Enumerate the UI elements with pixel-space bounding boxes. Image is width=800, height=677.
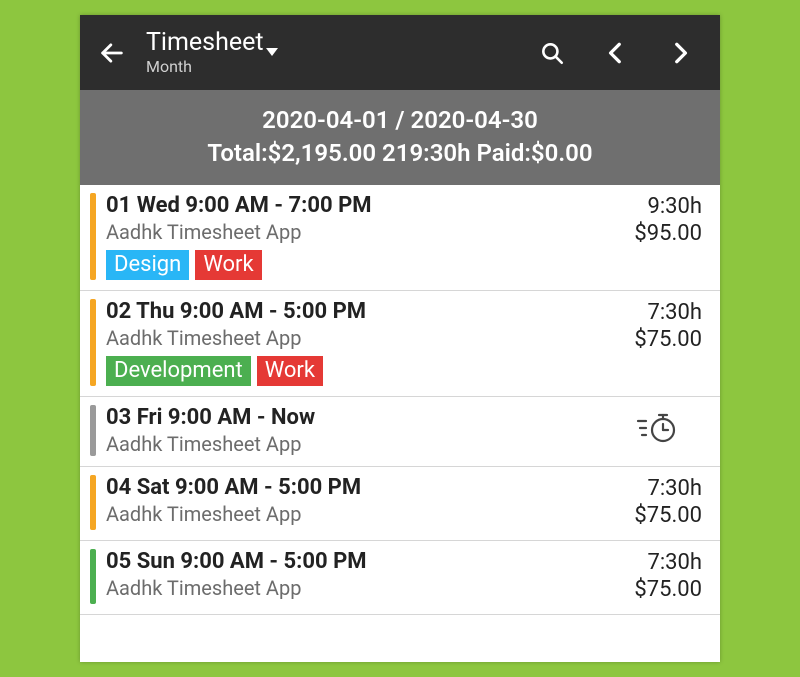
entry-right: 9:30h $95.00: [612, 193, 702, 280]
entry-main: 05 Sun 9:00 AM - 5:00 PM Aadhk Timesheet…: [106, 549, 612, 604]
arrow-left-icon: [98, 39, 126, 67]
entry-tags: Development Work: [106, 356, 612, 386]
next-period-button[interactable]: [658, 31, 702, 75]
running-timer-icon: [636, 411, 678, 445]
prev-period-button[interactable]: [594, 31, 638, 75]
entry-tags: Design Work: [106, 250, 612, 280]
search-icon: [539, 40, 565, 66]
entry-row[interactable]: 05 Sun 9:00 AM - 5:00 PM Aadhk Timesheet…: [80, 541, 720, 615]
entry-subline: Aadhk Timesheet App: [106, 220, 612, 244]
entry-row[interactable]: 02 Thu 9:00 AM - 5:00 PM Aadhk Timesheet…: [80, 291, 720, 397]
entry-headline: 02 Thu 9:00 AM - 5:00 PM: [106, 299, 612, 324]
entry-headline: 05 Sun 9:00 AM - 5:00 PM: [106, 549, 612, 574]
entry-amount: $75.00: [612, 502, 702, 530]
entry-headline: 04 Sat 9:00 AM - 5:00 PM: [106, 475, 612, 500]
entry-amount: $75.00: [612, 326, 702, 354]
entry-right: [612, 405, 702, 445]
entry-main: 02 Thu 9:00 AM - 5:00 PM Aadhk Timesheet…: [106, 299, 612, 386]
tag-development: Development: [106, 356, 251, 386]
toolbar: Timesheet Month: [80, 15, 720, 90]
entry-amount: $95.00: [612, 220, 702, 248]
row-stripe: [90, 475, 96, 530]
search-button[interactable]: [530, 31, 574, 75]
entry-main: 03 Fri 9:00 AM - Now Aadhk Timesheet App: [106, 405, 612, 456]
entry-row[interactable]: 04 Sat 9:00 AM - 5:00 PM Aadhk Timesheet…: [80, 467, 720, 541]
entry-right: 7:30h $75.00: [612, 549, 702, 604]
row-stripe: [90, 299, 96, 386]
row-stripe: [90, 405, 96, 456]
entry-hours: 7:30h: [612, 475, 702, 503]
toolbar-title: Timesheet: [146, 29, 264, 58]
entry-right: 7:30h $75.00: [612, 475, 702, 530]
row-stripe: [90, 549, 96, 604]
summary-date-range: 2020-04-01 / 2020-04-30: [90, 104, 710, 136]
entry-right: 7:30h $75.00: [612, 299, 702, 386]
entry-hours: 7:30h: [612, 299, 702, 327]
entry-subline: Aadhk Timesheet App: [106, 326, 612, 350]
toolbar-title-block[interactable]: Timesheet Month: [146, 29, 510, 76]
entry-hours: 7:30h: [612, 549, 702, 577]
entry-row[interactable]: 03 Fri 9:00 AM - Now Aadhk Timesheet App: [80, 397, 720, 467]
summary-totals: Total:$2,195.00 219:30h Paid:$0.00: [90, 137, 710, 169]
app-window: Timesheet Month 2020-04-01 / 2020-04-30 …: [80, 15, 720, 662]
row-stripe: [90, 193, 96, 280]
tag-work: Work: [257, 356, 323, 386]
entry-headline: 03 Fri 9:00 AM - Now: [106, 405, 612, 430]
entry-subline: Aadhk Timesheet App: [106, 576, 612, 600]
entry-subline: Aadhk Timesheet App: [106, 502, 612, 526]
tag-work: Work: [195, 250, 261, 280]
entry-headline: 01 Wed 9:00 AM - 7:00 PM: [106, 193, 612, 218]
toolbar-subtitle: Month: [146, 58, 510, 76]
entry-amount: $75.00: [612, 576, 702, 604]
entry-main: 04 Sat 9:00 AM - 5:00 PM Aadhk Timesheet…: [106, 475, 612, 530]
chevron-right-icon: [667, 40, 693, 66]
entries-list: 01 Wed 9:00 AM - 7:00 PM Aadhk Timesheet…: [80, 185, 720, 615]
entry-row[interactable]: 01 Wed 9:00 AM - 7:00 PM Aadhk Timesheet…: [80, 185, 720, 291]
back-button[interactable]: [90, 31, 134, 75]
entry-hours: 9:30h: [612, 193, 702, 221]
chevron-left-icon: [603, 40, 629, 66]
summary-bar: 2020-04-01 / 2020-04-30 Total:$2,195.00 …: [80, 90, 720, 185]
dropdown-caret-icon: [266, 48, 278, 56]
entry-subline: Aadhk Timesheet App: [106, 432, 612, 456]
tag-design: Design: [106, 250, 189, 280]
entry-main: 01 Wed 9:00 AM - 7:00 PM Aadhk Timesheet…: [106, 193, 612, 280]
